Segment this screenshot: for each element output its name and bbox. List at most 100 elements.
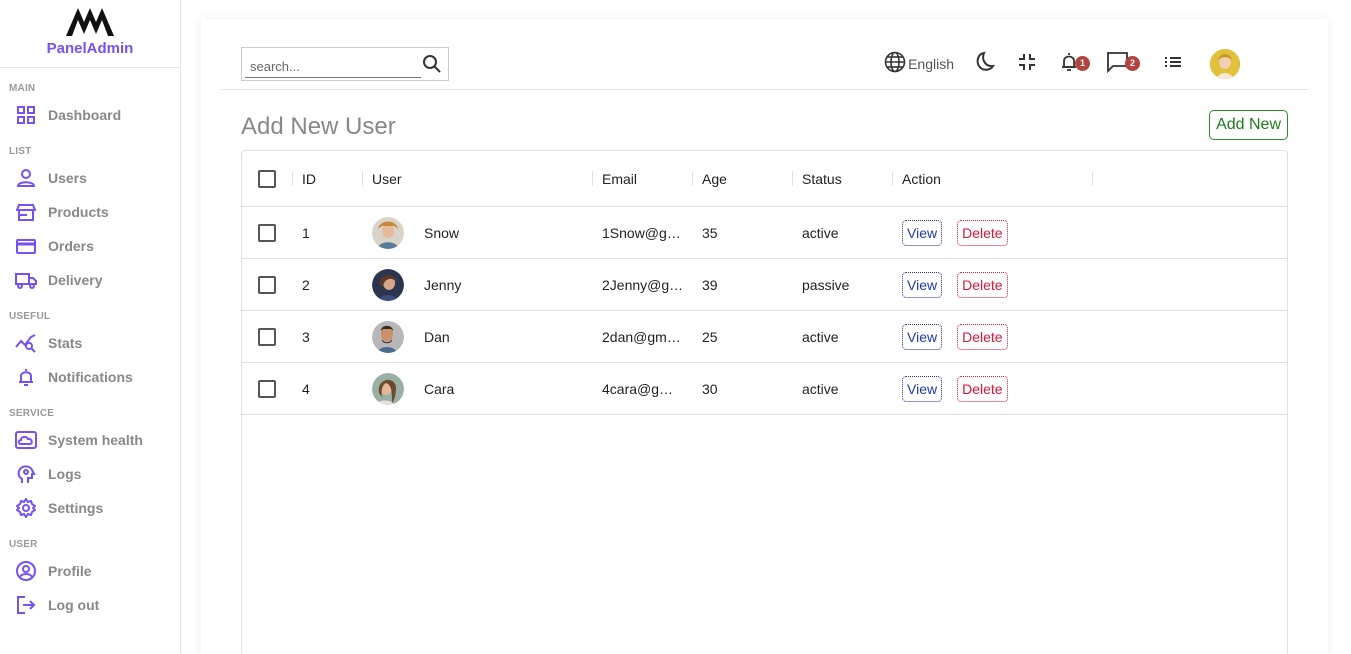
cell-action: View Delete (902, 207, 1008, 258)
cell-id: 2 (302, 276, 310, 293)
brand-name: PanelAdmin (46, 40, 134, 57)
stats-icon (15, 332, 37, 354)
table-row[interactable]: 2 Jenny 2Jenny@gmail.com 39 passive View… (242, 259, 1287, 311)
cell-age: 39 (702, 276, 718, 293)
row-checkbox[interactable] (258, 275, 276, 294)
sidebar-item-settings[interactable]: Settings (0, 491, 180, 525)
sidebar-item-delivery[interactable]: Delivery (0, 263, 180, 297)
section-main: MAIN (9, 83, 36, 94)
moon-icon (974, 51, 996, 78)
column-header-status[interactable]: Status (802, 151, 842, 206)
cell-action: View Delete (902, 311, 1008, 362)
search-input[interactable] (245, 56, 421, 78)
column-header-email[interactable]: Email (602, 151, 637, 206)
sidebar-item-label: Log out (48, 597, 100, 613)
view-button[interactable]: View (902, 219, 943, 246)
list-icon (1162, 51, 1184, 78)
sidebar-item-users[interactable]: Users (0, 161, 180, 195)
page-title: Add New User (241, 113, 396, 140)
column-header-id[interactable]: ID (302, 151, 316, 206)
avatar (372, 320, 404, 353)
user-email: 2dan@gmail.com (602, 328, 684, 345)
sidebar-item-profile[interactable]: Profile (0, 554, 180, 588)
cell-id: 3 (302, 328, 310, 345)
column-separator[interactable] (692, 171, 693, 186)
delete-button[interactable]: Delete (957, 219, 1008, 246)
bell-icon (15, 366, 37, 388)
delete-button[interactable]: Delete (957, 271, 1008, 298)
view-button[interactable]: View (902, 323, 943, 350)
row-checkbox[interactable] (258, 223, 276, 242)
fullscreen-exit-button[interactable] (1016, 51, 1038, 78)
add-new-button[interactable]: Add New (1209, 110, 1288, 140)
store-icon (15, 201, 37, 223)
sidebar-item-orders[interactable]: Orders (0, 229, 180, 263)
messages-button[interactable]: 2 (1106, 51, 1140, 78)
sidebar-item-label: Logs (48, 466, 82, 482)
avatar (372, 216, 404, 249)
profile-icon (15, 560, 37, 582)
column-header-action[interactable]: Action (902, 151, 941, 206)
cell-user: Snow (372, 207, 459, 258)
sidebar-item-label: Notifications (48, 369, 133, 385)
sidebar-item-logout[interactable]: Log out (0, 588, 180, 622)
cell-status: active (802, 380, 839, 397)
column-separator[interactable] (1092, 171, 1093, 186)
brand[interactable]: PanelAdmin (0, 0, 180, 68)
user-avatar[interactable] (1210, 49, 1240, 79)
topbar-items: English 1 2 (864, 49, 1240, 79)
delete-button[interactable]: Delete (957, 375, 1008, 402)
section-service: SERVICE (9, 408, 55, 419)
cell-id: 4 (302, 380, 310, 397)
sidebar-item-label: Products (48, 204, 109, 220)
column-separator[interactable] (362, 171, 363, 186)
table-row[interactable]: 1 Snow 1Snow@gmail.com 35 active View De… (242, 207, 1287, 259)
language-selector[interactable]: English (884, 51, 954, 78)
user-email: 4cara@gmail.com (602, 380, 684, 397)
main-content: English 1 (181, 0, 1351, 654)
column-separator[interactable] (592, 171, 593, 186)
view-button[interactable]: View (902, 375, 943, 402)
cell-user: Dan (372, 311, 450, 362)
sidebar-item-label: Users (48, 170, 87, 186)
cell-user: Cara (372, 363, 454, 414)
select-all-cell (258, 151, 276, 206)
row-checkbox[interactable] (258, 379, 276, 398)
column-separator[interactable] (792, 171, 793, 186)
dark-mode-toggle[interactable] (974, 51, 996, 78)
column-header-user[interactable]: User (372, 151, 402, 206)
row-select-cell (258, 311, 276, 362)
dashboard-icon (15, 104, 37, 126)
sidebar-item-label: Orders (48, 238, 94, 254)
messages-badge: 2 (1125, 55, 1140, 71)
row-select-cell (258, 207, 276, 258)
view-button[interactable]: View (902, 271, 943, 298)
notifications-button[interactable]: 1 (1058, 51, 1090, 78)
psychology-icon (15, 463, 37, 485)
sidebar-item-products[interactable]: Products (0, 195, 180, 229)
sidebar-item-label: Dashboard (48, 107, 122, 123)
sidebar-item-label: Delivery (48, 272, 103, 288)
delete-button[interactable]: Delete (957, 323, 1008, 350)
select-all-checkbox[interactable] (258, 169, 276, 188)
table-row[interactable]: 3 Dan 2dan@gmail.com 25 active View Dele… (242, 311, 1287, 363)
column-separator[interactable] (292, 171, 293, 186)
column-separator[interactable] (892, 171, 893, 186)
sidebar-item-logs[interactable]: Logs (0, 457, 180, 491)
row-checkbox[interactable] (258, 327, 276, 346)
table-row[interactable]: 4 Cara 4cara@gmail.com 30 active View De… (242, 363, 1287, 415)
search-icon[interactable] (422, 54, 442, 79)
sidebar-item-stats[interactable]: Stats (0, 326, 180, 360)
sidebar-item-dashboard[interactable]: Dashboard (0, 98, 180, 132)
sidebar-item-label: Settings (48, 500, 104, 516)
sidebar-item-label: System health (48, 432, 143, 448)
sidebar-item-label: Stats (48, 335, 83, 351)
user-icon (15, 167, 37, 189)
list-menu-button[interactable] (1162, 51, 1184, 78)
sidebar-item-notifications[interactable]: Notifications (0, 360, 180, 394)
sidebar-item-system-health[interactable]: System health (0, 423, 180, 457)
table-header: ID User Email Age Status Action (242, 151, 1287, 207)
cell-age: 35 (702, 224, 718, 241)
cell-user: Jenny (372, 259, 461, 310)
column-header-age[interactable]: Age (702, 151, 727, 206)
